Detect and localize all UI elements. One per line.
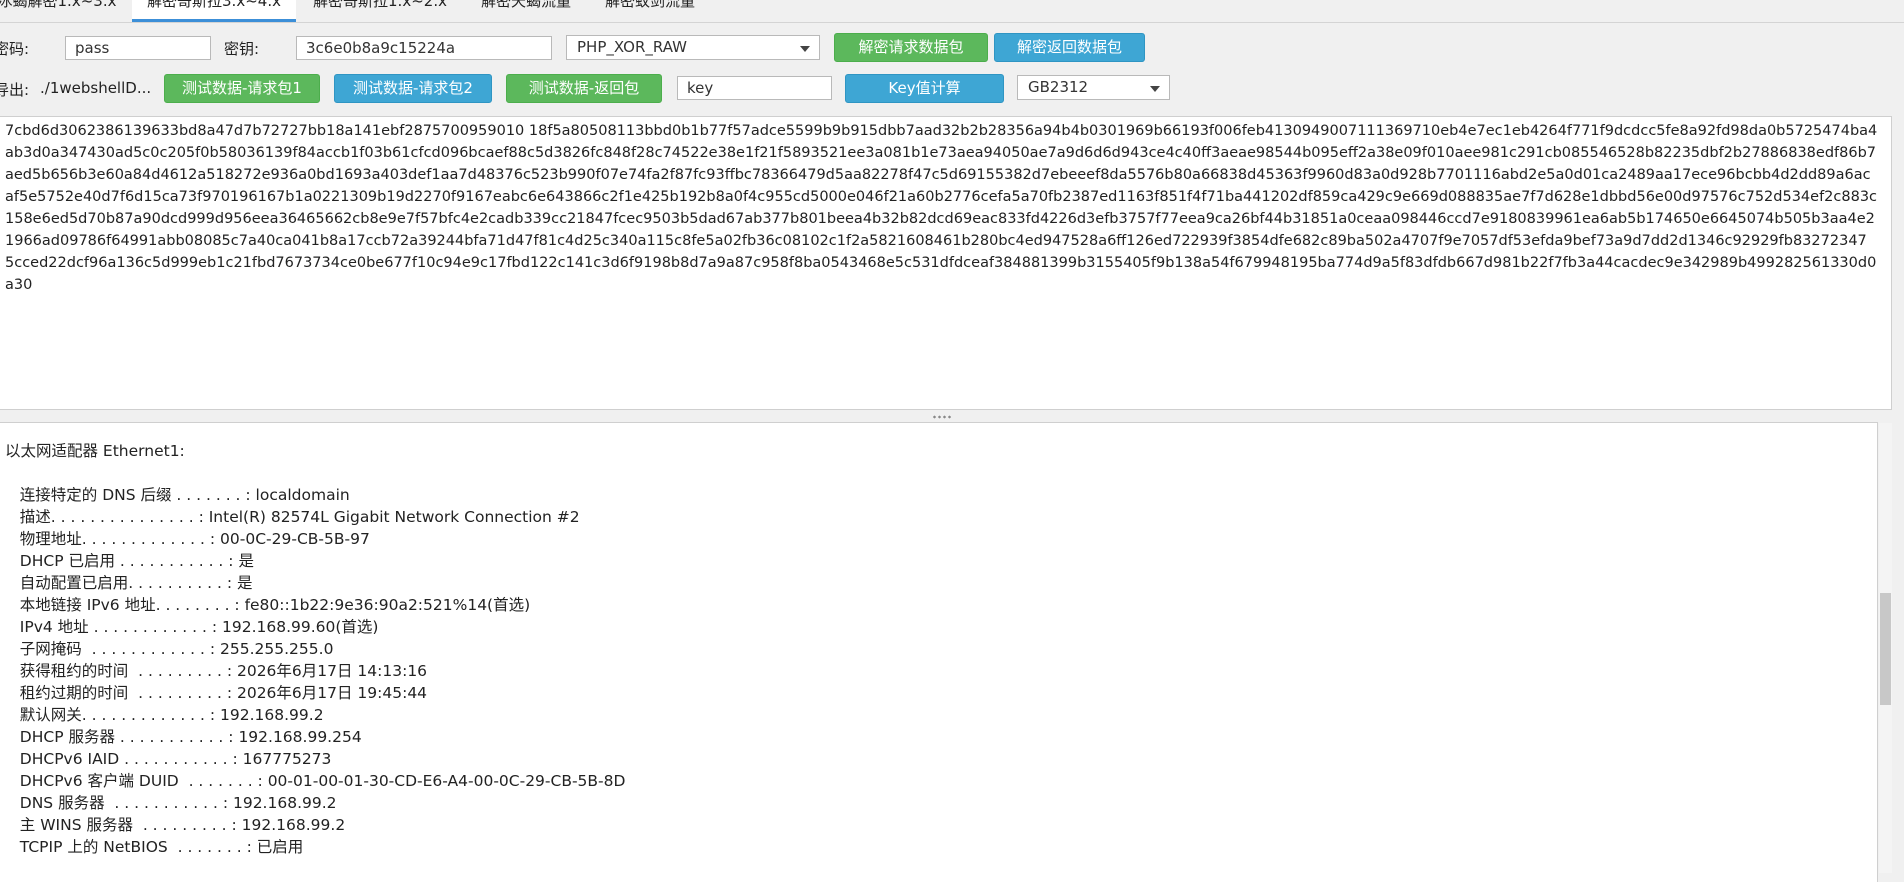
test-response-button[interactable]: 测试数据-返回包	[506, 74, 662, 103]
drag-handle-icon	[932, 415, 952, 419]
scrollbar-thumb[interactable]	[1880, 593, 1891, 705]
output-line: 描述. . . . . . . . . . . . . . . : Intel(…	[5, 508, 580, 526]
output-line: DHCPv6 客户端 DUID . . . . . . . : 00-01-00…	[5, 772, 626, 790]
output-line: 主 WINS 服务器 . . . . . . . . . : 192.168.9…	[5, 816, 346, 834]
key-label: 密钥:	[224, 40, 260, 58]
export-label: 导出:	[0, 81, 30, 99]
pane-splitter[interactable]	[0, 411, 1904, 422]
mode-select[interactable]: PHP_XOR_RAW	[566, 35, 820, 60]
test-request2-button[interactable]: 测试数据-请求包2	[334, 74, 492, 103]
input-textarea[interactable]: 7cbd6d3062386139633bd8a47d7b72727bb18a14…	[0, 116, 1892, 410]
mode-select-value: PHP_XOR_RAW	[577, 38, 688, 56]
key-input[interactable]: 3c6e0b8a9c15224a	[296, 36, 552, 60]
decrypt-request-button[interactable]: 解密请求数据包	[834, 33, 988, 62]
chevron-down-icon	[1150, 86, 1160, 92]
tab-antsword-traffic[interactable]: 解密蚁剑流量	[600, 0, 700, 22]
output-line: 自动配置已启用. . . . . . . . . . : 是	[5, 574, 253, 592]
decrypt-response-button[interactable]: 解密返回数据包	[994, 33, 1145, 62]
chevron-down-icon	[800, 46, 810, 52]
output-line: 默认网关. . . . . . . . . . . . . : 192.168.…	[5, 706, 324, 724]
encoding-select[interactable]: GB2312	[1017, 75, 1170, 100]
output-textarea[interactable]: 以太网适配器 Ethernet1: 连接特定的 DNS 后缀 . . . . .…	[0, 422, 1878, 882]
password-input[interactable]: pass	[65, 36, 211, 60]
output-line: DHCPv6 IAID . . . . . . . . . . . : 1677…	[5, 750, 332, 768]
output-scrollbar[interactable]	[1879, 423, 1892, 873]
key-calc-input[interactable]: key	[677, 76, 832, 100]
tab-godzilla-1x-2x[interactable]: 解密哥斯拉1.x~2.x	[310, 0, 450, 22]
output-line: TCPIP 上的 NetBIOS . . . . . . . : 已启用	[5, 838, 304, 856]
output-line: IPv4 地址 . . . . . . . . . . . . : 192.16…	[5, 618, 379, 636]
export-path[interactable]: ./1webshellD...	[40, 79, 151, 97]
output-line: 连接特定的 DNS 后缀 . . . . . . . : localdomain	[5, 486, 350, 504]
tab-bar: 冰蝎解密1.x~3.x 解密哥斯拉3.x~4.x 解密哥斯拉1.x~2.x 解密…	[0, 0, 1904, 23]
output-line: DHCP 服务器 . . . . . . . . . . . : 192.168…	[5, 728, 362, 746]
key-calc-button[interactable]: Key值计算	[845, 74, 1004, 103]
tab-behinder-1x-3x[interactable]: 冰蝎解密1.x~3.x	[0, 0, 122, 22]
input-hex-text: 7cbd6d3062386139633bd8a47d7b72727bb18a14…	[5, 123, 1878, 293]
tab-tianxie-traffic[interactable]: 解密天蝎流量	[472, 0, 580, 22]
test-request1-button[interactable]: 测试数据-请求包1	[164, 74, 320, 103]
output-line: DHCP 已启用 . . . . . . . . . . . : 是	[5, 552, 254, 570]
output-line: 以太网适配器 Ethernet1:	[5, 442, 185, 460]
tab-godzilla-3x-4x[interactable]: 解密哥斯拉3.x~4.x	[132, 0, 296, 22]
output-line: 获得租约的时间 . . . . . . . . . : 2026年6月17日 1…	[5, 662, 428, 680]
output-line: 本地链接 IPv6 地址. . . . . . . . : fe80::1b22…	[5, 596, 531, 614]
output-line: 租约过期的时间 . . . . . . . . . : 2026年6月17日 1…	[5, 684, 428, 702]
output-line: DNS 服务器 . . . . . . . . . . . : 192.168.…	[5, 794, 337, 812]
output-line: 子网掩码 . . . . . . . . . . . . : 255.255.2…	[5, 640, 334, 658]
output-line: 物理地址. . . . . . . . . . . . . : 00-0C-29…	[5, 530, 370, 548]
password-label: 密码:	[0, 40, 30, 58]
encoding-select-value: GB2312	[1028, 78, 1089, 96]
